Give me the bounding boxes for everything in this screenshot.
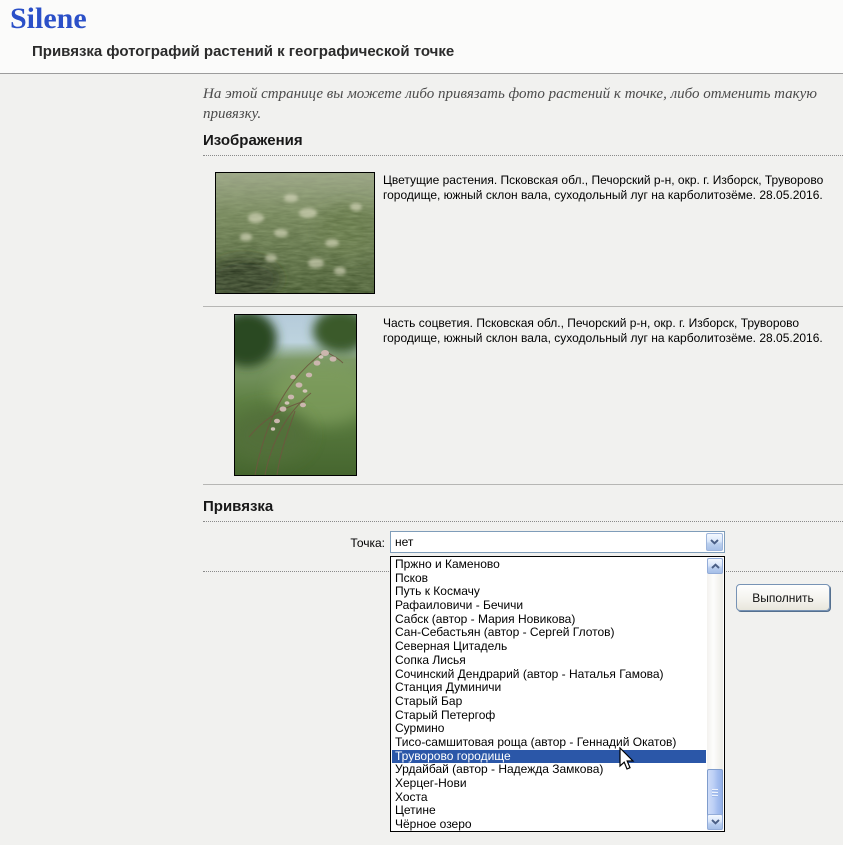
- row-divider: [203, 484, 843, 485]
- scroll-down-button[interactable]: [707, 814, 723, 830]
- option-item[interactable]: Цетине: [392, 804, 706, 818]
- option-item[interactable]: Чёрное озеро: [392, 818, 706, 832]
- page-subtitle: Привязка фотографий растений к географич…: [32, 43, 454, 60]
- chevron-down-icon: [710, 539, 719, 545]
- chevron-down-icon: [711, 819, 720, 825]
- option-item[interactable]: Тисо-самшитовая роща (автор - Геннадий О…: [392, 736, 706, 750]
- option-item[interactable]: Пржно и Каменово: [392, 558, 706, 572]
- option-item[interactable]: Старый Петергоф: [392, 709, 706, 723]
- photo-caption: Цветущие растения. Псковская обл., Печор…: [383, 173, 841, 203]
- option-item[interactable]: Сабск (автор - Мария Новикова): [392, 613, 706, 627]
- page-header: Silene Привязка фотографий растений к ге…: [0, 0, 843, 74]
- select-dropdown-button[interactable]: [706, 533, 723, 551]
- point-options-list: Пржно и КаменовоПсковПуть к КосмачуРафаи…: [392, 558, 706, 832]
- option-item[interactable]: Труворово городище: [392, 750, 706, 764]
- page: Silene Привязка фотографий растений к ге…: [0, 0, 843, 845]
- row-divider: [203, 306, 843, 307]
- inflorescence-photo-graphic: [235, 315, 356, 475]
- meadow-photo-graphic: [216, 173, 374, 293]
- scroll-thumb[interactable]: [707, 769, 723, 817]
- chevron-up-icon: [711, 563, 720, 569]
- dropdown-scrollbar[interactable]: [707, 558, 723, 830]
- option-item[interactable]: Путь к Космачу: [392, 585, 706, 599]
- option-item[interactable]: Сан-Себастьян (автор - Сергей Глотов): [392, 626, 706, 640]
- option-item[interactable]: Северная Цитадель: [392, 640, 706, 654]
- option-item[interactable]: Сочинский Дендрарий (автор - Наталья Гам…: [392, 668, 706, 682]
- option-item[interactable]: Херцег-Нови: [392, 777, 706, 791]
- scroll-up-button[interactable]: [707, 558, 723, 574]
- option-item[interactable]: Рафаиловичи - Бечичи: [392, 599, 706, 613]
- binding-section-heading: Привязка: [203, 498, 843, 522]
- point-options-dropdown: Пржно и КаменовоПсковПуть к КосмачуРафаи…: [390, 556, 725, 832]
- point-select[interactable]: нет: [390, 531, 725, 553]
- images-section-heading: Изображения: [203, 132, 843, 156]
- execute-button[interactable]: Выполнить: [736, 584, 830, 611]
- intro-text: На этой странице вы можете либо привязат…: [203, 84, 839, 124]
- option-item[interactable]: Старый Бар: [392, 695, 706, 709]
- option-item[interactable]: Урдайбай (автор - Надежда Замкова): [392, 763, 706, 777]
- option-item[interactable]: Сурмино: [392, 722, 706, 736]
- option-item[interactable]: Псков: [392, 572, 706, 586]
- site-title: Silene: [10, 2, 87, 36]
- flowering-plants-meadow-photo[interactable]: [215, 172, 375, 294]
- point-label: Точка:: [300, 536, 385, 550]
- option-item[interactable]: Сопка Лисья: [392, 654, 706, 668]
- option-item[interactable]: Станция Думиничи: [392, 681, 706, 695]
- point-select-value: нет: [395, 535, 413, 549]
- inflorescence-closeup-photo[interactable]: [234, 314, 357, 476]
- option-item[interactable]: Хоста: [392, 791, 706, 805]
- photo-caption: Часть соцветия. Псковская обл., Печорски…: [383, 316, 841, 346]
